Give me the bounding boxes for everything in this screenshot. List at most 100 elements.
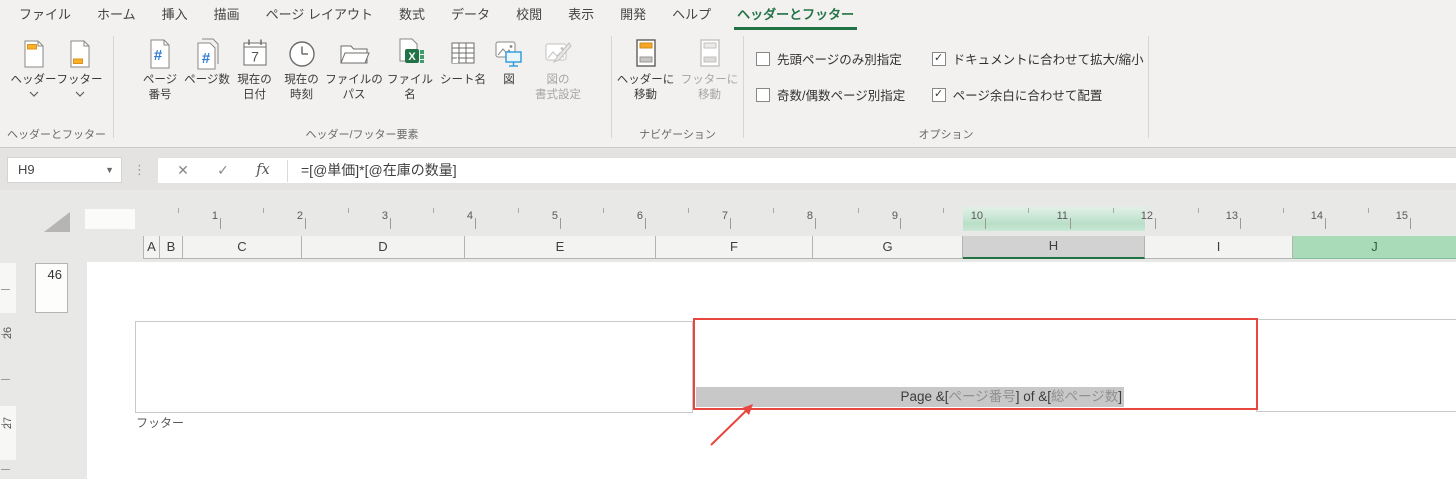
checkbox-scale-with-doc[interactable]: ✓ ドキュメントに合わせて拡大/縮小 [931, 49, 1148, 68]
ruler-number: 15 [1395, 210, 1408, 222]
tab-view[interactable]: 表示 [555, 0, 607, 30]
ruler-half-tick [1282, 208, 1284, 213]
group-header-footer-elements: # ページ 番号 # ページ数 7 現在の 日付 現在の 時刻 ファイルの パス X ファイル名シ… [114, 31, 610, 147]
checkbox-first-page[interactable]: 先頭ページのみ別指定 [756, 49, 910, 68]
vertical-ruler-number: 27 [2, 416, 14, 430]
checked-checkbox-icon[interactable]: ✓ [931, 87, 946, 102]
unchecked-checkbox-icon[interactable] [756, 51, 770, 66]
cancel-button[interactable]: ✕ [166, 158, 200, 184]
group-header-footer: ヘッダー フッター ヘッダーとフッター [0, 31, 113, 147]
header-icon [17, 37, 51, 71]
tab-review[interactable]: 校閲 [503, 0, 555, 30]
footer-section-right[interactable] [1256, 319, 1456, 412]
column-header-E[interactable]: E [465, 236, 656, 259]
footer-section-left[interactable] [135, 321, 693, 413]
name-box[interactable]: H9 ▼ [7, 157, 122, 183]
ruler-tick [220, 218, 221, 229]
current-time-button[interactable]: 現在の 時刻 [278, 35, 325, 125]
ruler-half-tick [857, 208, 859, 213]
vertical-ruler-number: 26 [2, 326, 14, 340]
button-label: ページ 番号 [142, 74, 178, 101]
sheet-name-icon [446, 37, 480, 71]
tab-home[interactable]: ホーム [84, 0, 149, 30]
name-box-value: H9 [18, 162, 35, 177]
ruler-tick [390, 218, 391, 229]
column-header-D[interactable]: D [302, 236, 465, 259]
current-date-icon: 7 [238, 37, 272, 71]
column-header-C[interactable]: C [183, 236, 302, 259]
tab-insert[interactable]: 挿入 [149, 0, 201, 30]
button-label: ヘッダー [10, 74, 57, 86]
insert-function-button[interactable]: fx [246, 158, 280, 184]
button-label: ページ数 [184, 74, 230, 86]
column-headers: ABCDEFGHIJ [0, 236, 1456, 259]
column-header-J[interactable]: J [1293, 236, 1456, 259]
file-path-button[interactable]: ファイルの パス [325, 35, 383, 125]
ruler-tick [1325, 218, 1326, 229]
ruler-half-tick [687, 208, 689, 213]
tab-formulas[interactable]: 数式 [386, 0, 438, 30]
tab-developer[interactable]: 開発 [607, 0, 659, 30]
checkbox-align-margins[interactable]: ✓ ページ余白に合わせて配置 [931, 85, 1148, 104]
column-header-A[interactable]: A [143, 236, 160, 259]
formula-bar-divider [287, 160, 288, 182]
enter-button[interactable]: ✓ [206, 158, 240, 184]
picture-button[interactable]: 図 [489, 35, 529, 125]
column-header-I[interactable]: I [1145, 236, 1293, 259]
current-date-button[interactable]: 7 現在の 日付 [231, 35, 278, 125]
button-label: フッターに 移動 [680, 74, 739, 101]
footer-literal-text: ] [1118, 389, 1122, 404]
ruler-half-tick [772, 208, 774, 213]
formula-bar-handle[interactable]: ⋮ [133, 157, 146, 183]
tab-page-layout[interactable]: ページ レイアウト [253, 0, 386, 30]
page-number-button[interactable]: # ページ 番号 [137, 35, 183, 125]
tab-file[interactable]: ファイル [6, 0, 84, 30]
footer-section-center[interactable]: Page &[ページ番号] of &[総ページ数] [693, 318, 1258, 410]
ruler-tick [815, 218, 816, 229]
column-header-H[interactable]: H [963, 236, 1145, 259]
ruler-number: 6 [636, 210, 643, 222]
go-header-button[interactable]: ヘッダーに 移動 [614, 35, 678, 125]
picture-format-icon [541, 37, 575, 71]
tab-help[interactable]: ヘルプ [659, 0, 724, 30]
ruler-number: 9 [891, 210, 898, 222]
button-label: ヘッダーに 移動 [616, 74, 675, 101]
ruler-half-tick [1027, 208, 1029, 213]
file-name-icon: X [393, 37, 427, 71]
footer-code-text[interactable]: Page &[ページ番号] of &[総ページ数] [696, 387, 1124, 407]
picture-icon [492, 37, 526, 71]
ruler-number: 11 [1056, 210, 1068, 222]
ruler-half-tick [517, 208, 519, 213]
group-navigation: ヘッダーに 移動 フッターに 移動 ナビゲーション [612, 31, 743, 147]
tab-draw[interactable]: 描画 [201, 0, 253, 30]
footer-literal-text: ] of &[ [1015, 389, 1051, 404]
ruler-number: 1 [211, 210, 218, 222]
group-label: ヘッダーとフッター [7, 129, 106, 141]
ruler-number: 2 [296, 210, 303, 222]
file-name-button[interactable]: X ファイル名 [383, 35, 437, 125]
page-count-button[interactable]: # ページ数 [183, 35, 231, 125]
vertical-ruler-margin [0, 263, 16, 313]
tab-header-footer[interactable]: ヘッダーとフッター [724, 0, 867, 30]
checkbox-odd-even[interactable]: 奇数/偶数ページ別指定 [756, 85, 910, 104]
header-button[interactable]: ヘッダー [11, 35, 57, 125]
column-header-B[interactable]: B [160, 236, 183, 259]
go-footer-button: フッターに 移動 [678, 35, 742, 125]
checkbox-label: ドキュメントに合わせて拡大/縮小 [952, 53, 1144, 67]
column-header-F[interactable]: F [656, 236, 813, 259]
sheet-name-button[interactable]: シート名 [437, 35, 489, 125]
tab-data[interactable]: データ [438, 0, 503, 30]
checked-checkbox-icon[interactable]: ✓ [931, 51, 946, 66]
ruler-half-tick [347, 208, 349, 213]
footer-button[interactable]: フッター [57, 35, 103, 125]
ruler-tick [1155, 218, 1156, 229]
button-label: ファイル名 [387, 74, 433, 101]
column-header-G[interactable]: G [813, 236, 963, 259]
button-label: 図 [503, 74, 515, 86]
select-all-button[interactable] [44, 212, 70, 232]
formula-input[interactable]: =[@単価]*[@在庫の数量] [290, 158, 1452, 184]
row-header-46[interactable]: 46 [35, 263, 68, 313]
unchecked-checkbox-icon[interactable] [756, 87, 770, 102]
ruler-number: 8 [806, 210, 813, 222]
name-box-dropdown-icon[interactable]: ▼ [105, 158, 114, 182]
